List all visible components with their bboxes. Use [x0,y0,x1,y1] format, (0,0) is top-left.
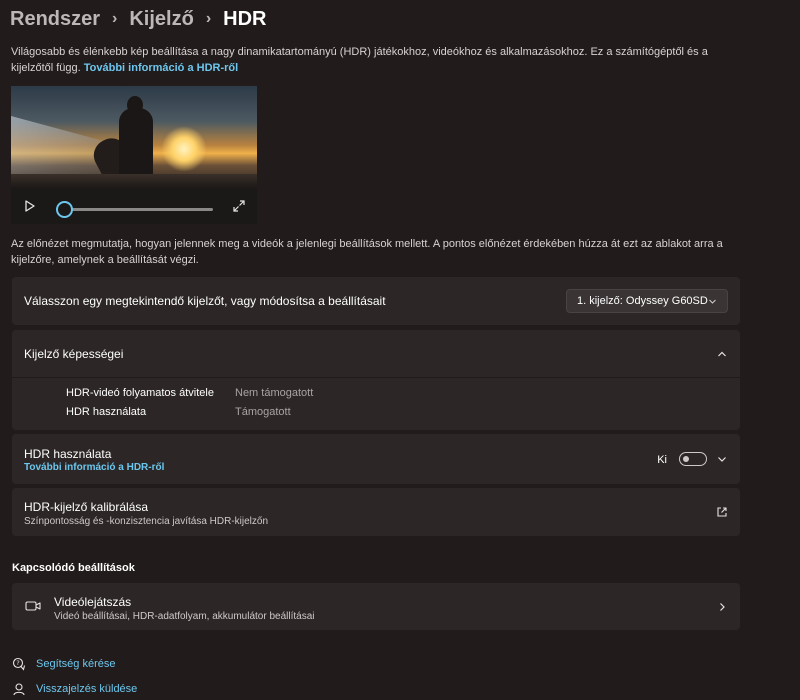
send-feedback-label: Visszajelzés küldése [36,683,138,695]
learn-more-hdr-link[interactable]: További információ a HDR-ről [84,62,238,74]
preview-person-head [127,96,143,114]
chevron-up-icon[interactable] [716,348,728,360]
display-select-dropdown[interactable]: 1. kijelző: Odyssey G60SD [566,289,728,313]
capability-value: Támogatott [235,406,291,418]
breadcrumb-separator: › [205,10,212,27]
display-select-value: 1. kijelző: Odyssey G60SD [577,295,708,307]
feedback-icon [13,683,25,696]
display-capabilities-header[interactable]: Kijelző képességei [12,330,740,377]
help-chat-icon: ? [12,657,26,671]
hdr-preview-video [11,86,257,188]
video-playback-card[interactable]: Videólejátszás Videó beállításai, HDR-ad… [12,583,740,630]
display-capabilities-card: Kijelző képességei HDR-videó folyamatos … [12,330,740,430]
get-help-link[interactable]: ? Segítség kérése [12,657,116,671]
play-button[interactable] [23,199,37,213]
capability-key: HDR használata [66,406,147,418]
video-icon [25,601,41,611]
video-progress-track[interactable] [64,208,213,211]
card-divider [12,377,740,378]
fullscreen-icon [233,200,245,212]
chevron-right-icon [720,603,725,611]
capability-value: Nem támogatott [235,387,314,399]
toggle-knob [683,456,689,462]
display-select-card: Válasszon egy megtekintendő kijelzőt, va… [12,277,740,325]
display-select-label: Válasszon egy megtekintendő kijelzőt, va… [24,294,386,308]
page-title: HDR [223,7,267,30]
video-playback-subtitle: Videó beállításai, HDR-adatfolyam, akkum… [54,611,315,622]
chevron-down-icon [709,299,716,304]
capability-key: HDR-videó folyamatos átvitele [66,387,214,399]
breadcrumb: Rendszer › Kijelző › HDR [10,5,266,33]
preview-deck [11,174,257,188]
send-feedback-link[interactable]: Visszajelzés küldése [12,682,137,696]
breadcrumb-item-system[interactable]: Rendszer [10,8,100,31]
intro-description: Világosabb és élénkebb kép beállítása a … [11,44,736,76]
hdr-calibration-card[interactable]: HDR-kijelző kalibrálása Színpontosság és… [12,488,740,536]
breadcrumb-item-display[interactable]: Kijelző [129,8,193,31]
video-player-controls [11,188,257,224]
play-icon [25,200,35,212]
chevron-down-icon[interactable] [716,453,728,465]
hdr-calibration-subtitle: Színpontosság és -konzisztencia javítása… [24,516,268,527]
video-playback-title: Videólejátszás [54,595,132,609]
external-link-icon[interactable] [716,506,728,518]
breadcrumb-separator: › [112,10,118,27]
use-hdr-learn-more-link[interactable]: További információ a HDR-ről [24,462,164,473]
display-capabilities-title: Kijelző képességei [24,347,124,361]
use-hdr-card: HDR használata További információ a HDR-… [12,434,740,484]
fullscreen-button[interactable] [232,199,246,213]
use-hdr-toggle[interactable] [679,452,707,466]
use-hdr-title: HDR használata [24,447,112,461]
preview-note: Az előnézet megmutatja, hogyan jelennek … [11,238,723,266]
get-help-label: Segítség kérése [36,658,116,670]
hdr-calibration-title: HDR-kijelző kalibrálása [24,500,149,514]
preview-sun [161,126,207,172]
related-settings-heading: Kapcsolódó beállítások [12,562,135,574]
use-hdr-toggle-state: Ki [657,454,667,466]
video-progress-thumb[interactable] [56,201,73,218]
svg-text:?: ? [16,659,19,667]
